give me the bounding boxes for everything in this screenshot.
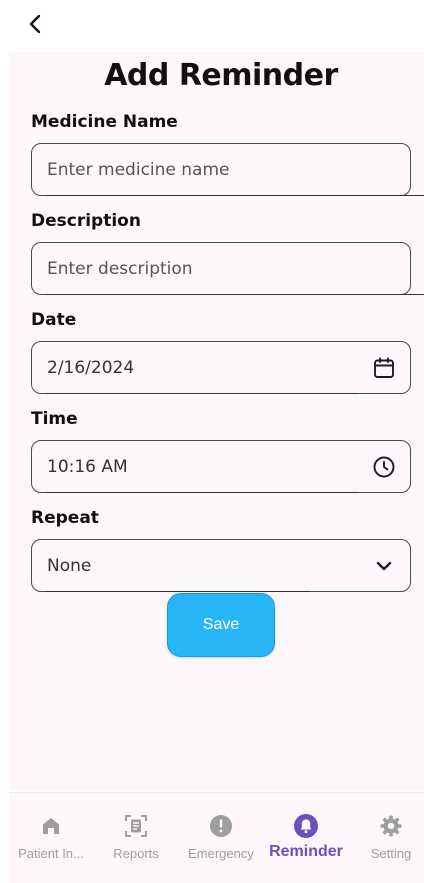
app-bar <box>0 0 424 52</box>
field-underline <box>46 492 358 493</box>
back-button[interactable] <box>22 10 48 38</box>
nav-label: Setting <box>370 846 412 861</box>
field-underline <box>46 294 424 295</box>
description-input[interactable] <box>47 258 398 279</box>
time-picker-button[interactable] <box>370 453 398 481</box>
home-icon <box>38 813 64 839</box>
date-value: 2/16/2024 <box>47 357 135 378</box>
nav-item-reports[interactable]: Reports <box>94 793 178 883</box>
chevron-left-icon <box>29 14 41 34</box>
clock-icon <box>373 456 395 477</box>
date-label: Date <box>31 310 77 330</box>
nav-item-patient-info[interactable]: Patient In... <box>9 793 93 883</box>
field-underline <box>46 195 424 196</box>
bottom-nav: Patient In... Reports Emergency Reminder… <box>9 792 424 883</box>
page-title: Add Reminder <box>104 58 338 93</box>
nav-item-reminder[interactable]: Reminder <box>264 793 348 883</box>
nav-label: Reports <box>113 846 159 861</box>
nav-item-emergency[interactable]: Emergency <box>179 793 263 883</box>
date-field[interactable]: 2/16/2024 <box>31 341 411 394</box>
save-button[interactable]: Save <box>167 593 275 657</box>
time-label: Time <box>31 409 78 429</box>
time-field[interactable]: 10:16 AM <box>31 440 411 493</box>
nav-label: Emergency <box>188 846 254 861</box>
field-underline <box>46 393 358 394</box>
medicine-name-field[interactable] <box>31 143 424 196</box>
repeat-value: None <box>47 555 92 576</box>
nav-label: Reminder <box>269 843 343 860</box>
alert-icon <box>208 813 234 839</box>
chevron-down-icon <box>376 561 392 570</box>
gear-icon <box>378 813 404 839</box>
repeat-dropdown-toggle[interactable] <box>370 552 398 580</box>
nav-item-setting[interactable]: Setting <box>349 793 424 883</box>
repeat-label: Repeat <box>31 508 99 528</box>
time-value: 10:16 AM <box>47 456 128 477</box>
date-picker-button[interactable] <box>370 354 398 382</box>
medicine-name-input[interactable] <box>47 159 398 180</box>
medicine-name-label: Medicine Name <box>31 112 178 132</box>
description-label: Description <box>31 211 141 231</box>
repeat-select[interactable]: None <box>31 539 411 592</box>
description-field[interactable] <box>31 242 424 295</box>
bell-icon <box>293 813 319 839</box>
field-underline <box>46 591 310 592</box>
document-scan-icon <box>123 813 149 839</box>
nav-label: Patient In... <box>18 846 84 861</box>
calendar-icon <box>374 357 394 378</box>
